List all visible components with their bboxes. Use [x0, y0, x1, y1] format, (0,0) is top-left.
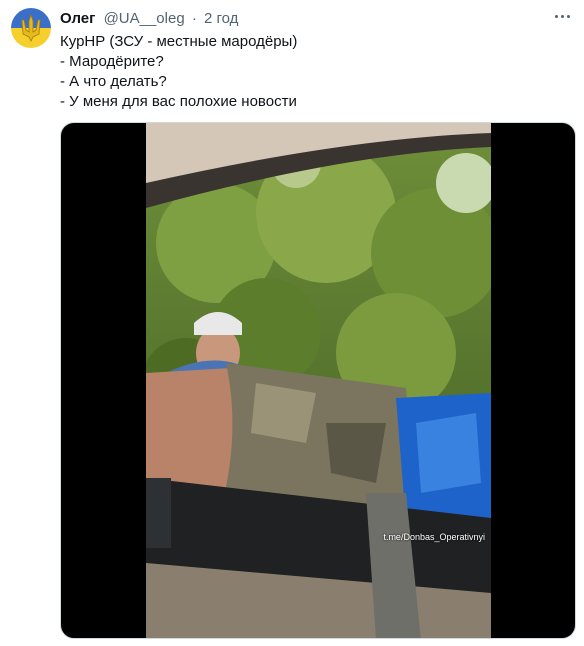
tweet-text-line: КурНР (ЗСУ - местные мародёры)	[60, 33, 298, 50]
timestamp[interactable]: 2 год	[204, 10, 238, 27]
tweet-text-line: - У меня для вас полохие новости	[60, 93, 297, 110]
separator-dot: ·	[191, 10, 197, 27]
more-button[interactable]	[550, 6, 574, 26]
tweet-text: КурНР (ЗСУ - местные мародёры) - Мародёр…	[60, 32, 560, 112]
video-still-image	[146, 123, 491, 638]
tweet-header: Олег @UA__oleg · 2 год	[60, 10, 238, 28]
video-player[interactable]: t.me/Donbas_Operativnyi	[60, 122, 576, 639]
ukraine-trident-avatar-icon	[11, 8, 51, 48]
author-handle[interactable]: @UA__oleg	[104, 10, 185, 27]
video-frame[interactable]: t.me/Donbas_Operativnyi	[146, 123, 491, 638]
tweet-text-line: - А что делать?	[60, 73, 167, 90]
avatar[interactable]	[11, 8, 51, 48]
tweet-text-line: - Мародёрите?	[60, 53, 164, 70]
author-name[interactable]: Олег	[60, 10, 95, 27]
tweet[interactable]: Олег @UA__oleg · 2 год КурНР (ЗСУ - мест…	[0, 0, 584, 646]
more-horizontal-icon	[554, 14, 558, 18]
video-watermark: t.me/Donbas_Operativnyi	[383, 532, 485, 542]
